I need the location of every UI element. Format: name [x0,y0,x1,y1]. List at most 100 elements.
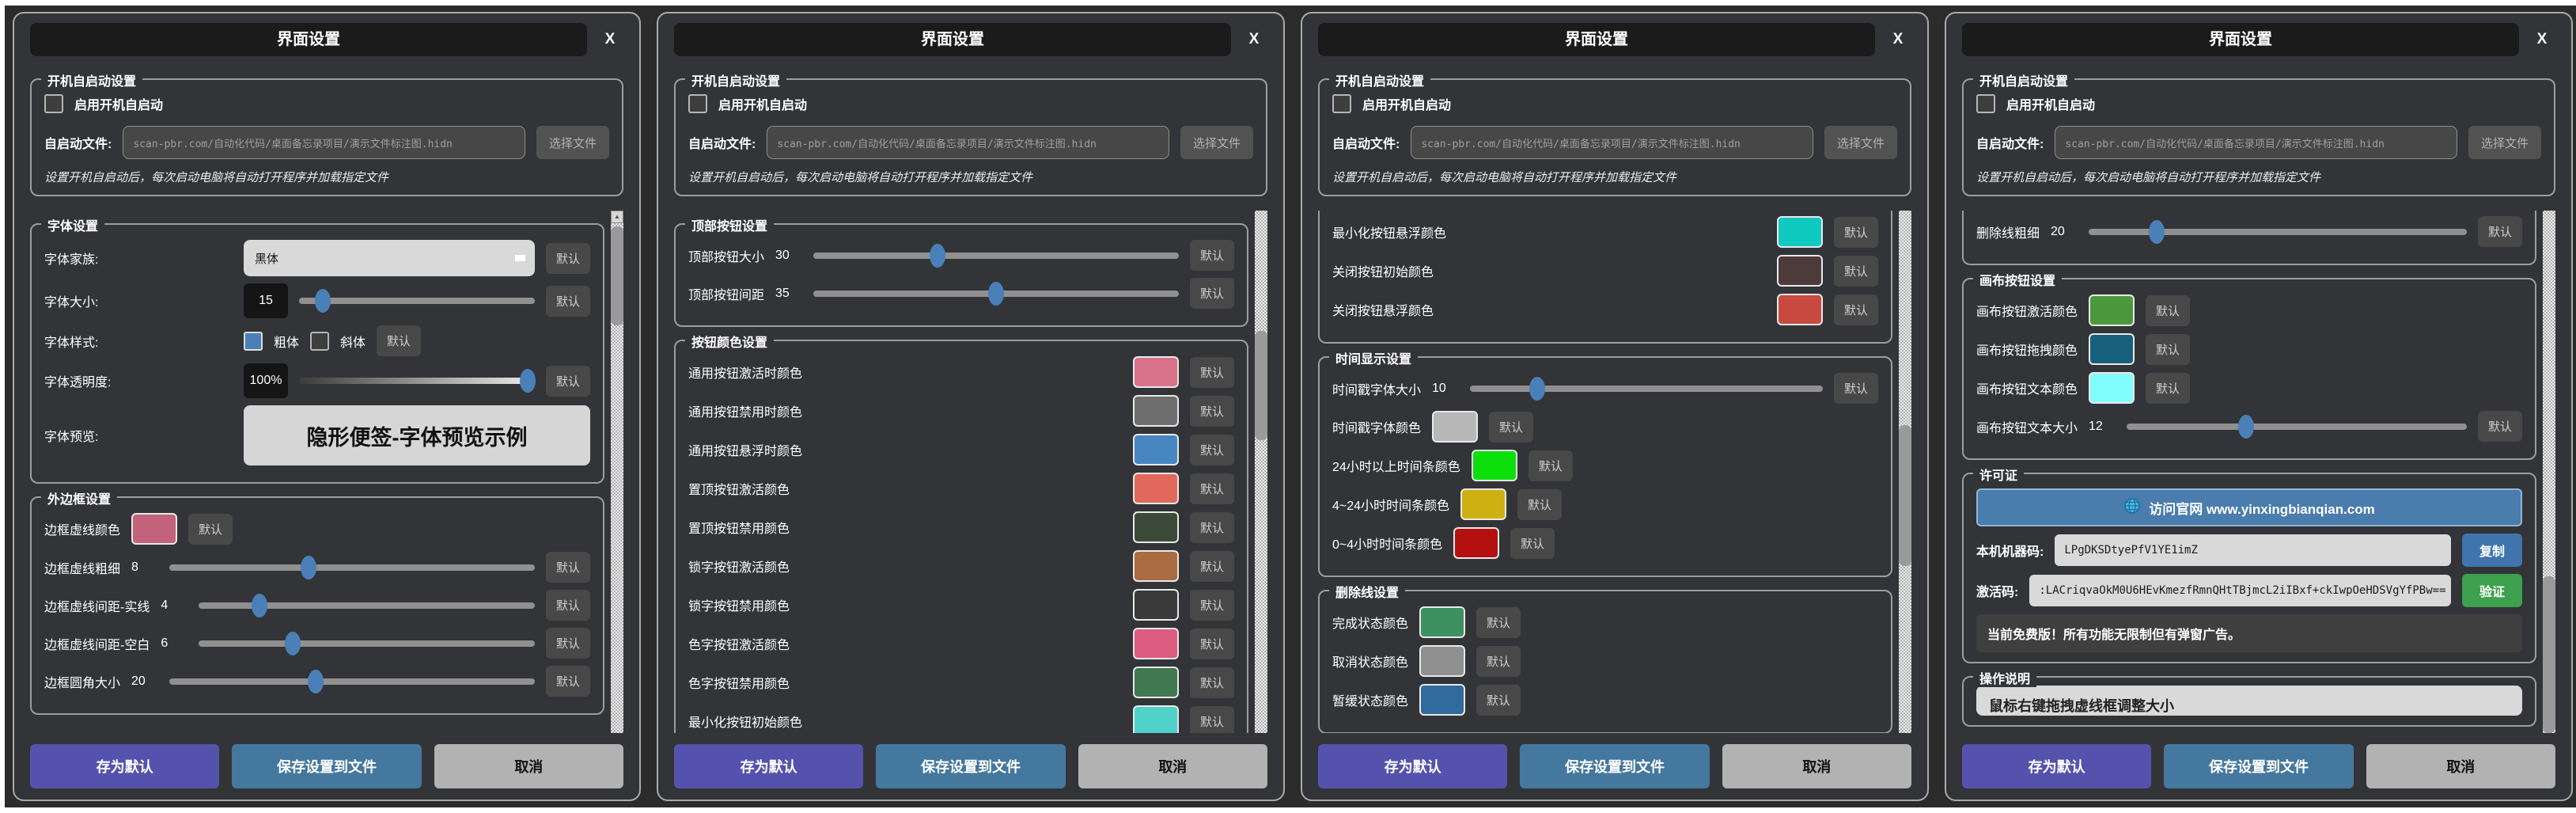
close-button[interactable]: X [597,31,623,48]
default-button[interactable]: 默认 [546,286,590,317]
slider-thumb[interactable] [308,670,324,693]
scroll-up-arrow[interactable]: ▲ [611,211,623,223]
default-button[interactable]: 默认 [1190,706,1234,734]
save-as-default-button[interactable]: 存为默认 [674,744,863,788]
slider-thumb[interactable] [1529,377,1545,401]
font-family-select[interactable]: 黑体 [244,240,535,276]
default-button[interactable]: 默认 [1190,357,1234,388]
slider-thumb[interactable] [301,556,316,579]
slider-track[interactable] [2089,229,2467,235]
color-swatch[interactable] [1133,473,1179,504]
color-swatch[interactable] [1472,450,1517,481]
autostart-file-input[interactable]: scan-pbr.com/自动化代码/桌面备忘录项目/演示文件标注图.hidn [1411,126,1813,159]
slider-track[interactable] [813,291,1179,297]
autostart-file-input[interactable]: scan-pbr.com/自动化代码/桌面备忘录项目/演示文件标注图.hidn [123,126,525,159]
default-button[interactable]: 默认 [546,552,590,583]
slider-track[interactable] [199,602,535,609]
default-button[interactable]: 默认 [377,325,421,356]
slider-track[interactable] [169,678,535,685]
default-button[interactable]: 默认 [2146,295,2190,326]
default-button[interactable]: 默认 [188,514,233,545]
color-swatch[interactable] [1133,434,1179,465]
color-swatch[interactable] [131,513,177,545]
default-button[interactable]: 默认 [2146,373,2190,404]
scrollbar-track[interactable] [1255,211,1267,733]
scrollbar-thumb[interactable] [2543,576,2555,733]
close-button[interactable]: X [1885,31,1911,48]
default-button[interactable]: 默认 [1190,278,1234,309]
italic-checkbox[interactable] [310,332,329,351]
default-button[interactable]: 默认 [1190,396,1234,427]
color-swatch[interactable] [1419,606,1465,638]
autostart-checkbox[interactable] [688,94,707,113]
slider-track[interactable] [1470,386,1823,392]
machine-code-input[interactable]: LPgDKSDtyePfV1YE1imZ [2055,534,2451,566]
default-button[interactable]: 默认 [1834,256,1878,287]
autostart-checkbox[interactable] [1332,94,1351,113]
slider-thumb[interactable] [2149,220,2165,244]
choose-file-button[interactable]: 选择文件 [536,126,609,159]
slider-track[interactable] [813,253,1179,259]
default-button[interactable]: 默认 [1834,217,1878,248]
color-swatch[interactable] [1133,511,1179,543]
default-button[interactable]: 默认 [2146,334,2190,365]
color-swatch[interactable] [1419,684,1465,716]
color-swatch[interactable] [1133,589,1179,621]
scrollbar-track[interactable] [2543,211,2555,733]
default-button[interactable]: 默认 [1190,240,1234,271]
cancel-button[interactable]: 取消 [434,744,623,788]
default-button[interactable]: 默认 [2478,411,2522,442]
save-settings-to-file-button[interactable]: 保存设置到文件 [2164,744,2353,788]
color-swatch[interactable] [1133,705,1179,733]
default-button[interactable]: 默认 [1476,607,1521,638]
color-swatch[interactable] [1133,395,1179,427]
color-swatch[interactable] [1777,294,1823,325]
default-button[interactable]: 默认 [1476,685,1521,716]
slider-track[interactable] [2127,424,2467,430]
scrollbar-thumb[interactable] [611,226,623,325]
default-button[interactable]: 默认 [546,243,590,274]
default-button[interactable]: 默认 [1190,512,1234,543]
save-settings-to-file-button[interactable]: 保存设置到文件 [876,744,1065,788]
default-button[interactable]: 默认 [546,666,590,697]
slider-thumb[interactable] [520,369,536,393]
color-swatch[interactable] [1133,667,1179,698]
visit-website-button[interactable]: 访问官网 www.yinxingbianqian.com [1976,488,2522,526]
choose-file-button[interactable]: 选择文件 [1180,126,1253,159]
activation-code-input[interactable]: :LACriqvaOkM0U6HEvKmezfRmnQHtTBjmcL2iIBx… [2029,575,2451,606]
cancel-button[interactable]: 取消 [1078,744,1267,788]
slider-thumb[interactable] [285,632,301,655]
choose-file-button[interactable]: 选择文件 [2468,126,2541,159]
color-swatch[interactable] [2089,372,2135,404]
bold-checkbox[interactable] [244,332,263,351]
color-swatch[interactable] [1777,255,1823,287]
slider-track[interactable] [299,378,535,384]
color-swatch[interactable] [1460,488,1506,520]
scrollbar-track[interactable]: ▲ [611,211,623,733]
autostart-file-input[interactable]: scan-pbr.com/自动化代码/桌面备忘录项目/演示文件标注图.hidn [2055,126,2457,159]
slider-thumb[interactable] [2238,415,2254,439]
color-swatch[interactable] [1777,216,1823,248]
choose-file-button[interactable]: 选择文件 [1824,126,1897,159]
default-button[interactable]: 默认 [1190,590,1234,621]
default-button[interactable]: 默认 [546,628,590,659]
default-button[interactable]: 默认 [1190,473,1234,504]
default-button[interactable]: 默认 [2478,216,2522,247]
color-swatch[interactable] [1133,356,1179,388]
color-swatch[interactable] [2089,333,2135,365]
default-button[interactable]: 默认 [1529,450,1573,481]
scrollbar-thumb[interactable] [1899,425,1911,566]
default-button[interactable]: 默认 [1190,435,1234,465]
autostart-checkbox[interactable] [44,94,63,113]
default-button[interactable]: 默认 [1517,489,1562,520]
default-button[interactable]: 默认 [1834,294,1878,325]
close-button[interactable]: X [1241,31,1267,48]
save-settings-to-file-button[interactable]: 保存设置到文件 [232,744,421,788]
verify-button[interactable]: 验证 [2462,574,2522,607]
default-button[interactable]: 默认 [546,366,590,397]
slider-track[interactable] [169,564,535,571]
slider-thumb[interactable] [988,282,1004,306]
default-button[interactable]: 默认 [1510,528,1555,559]
save-as-default-button[interactable]: 存为默认 [30,744,219,788]
color-swatch[interactable] [1432,411,1478,443]
